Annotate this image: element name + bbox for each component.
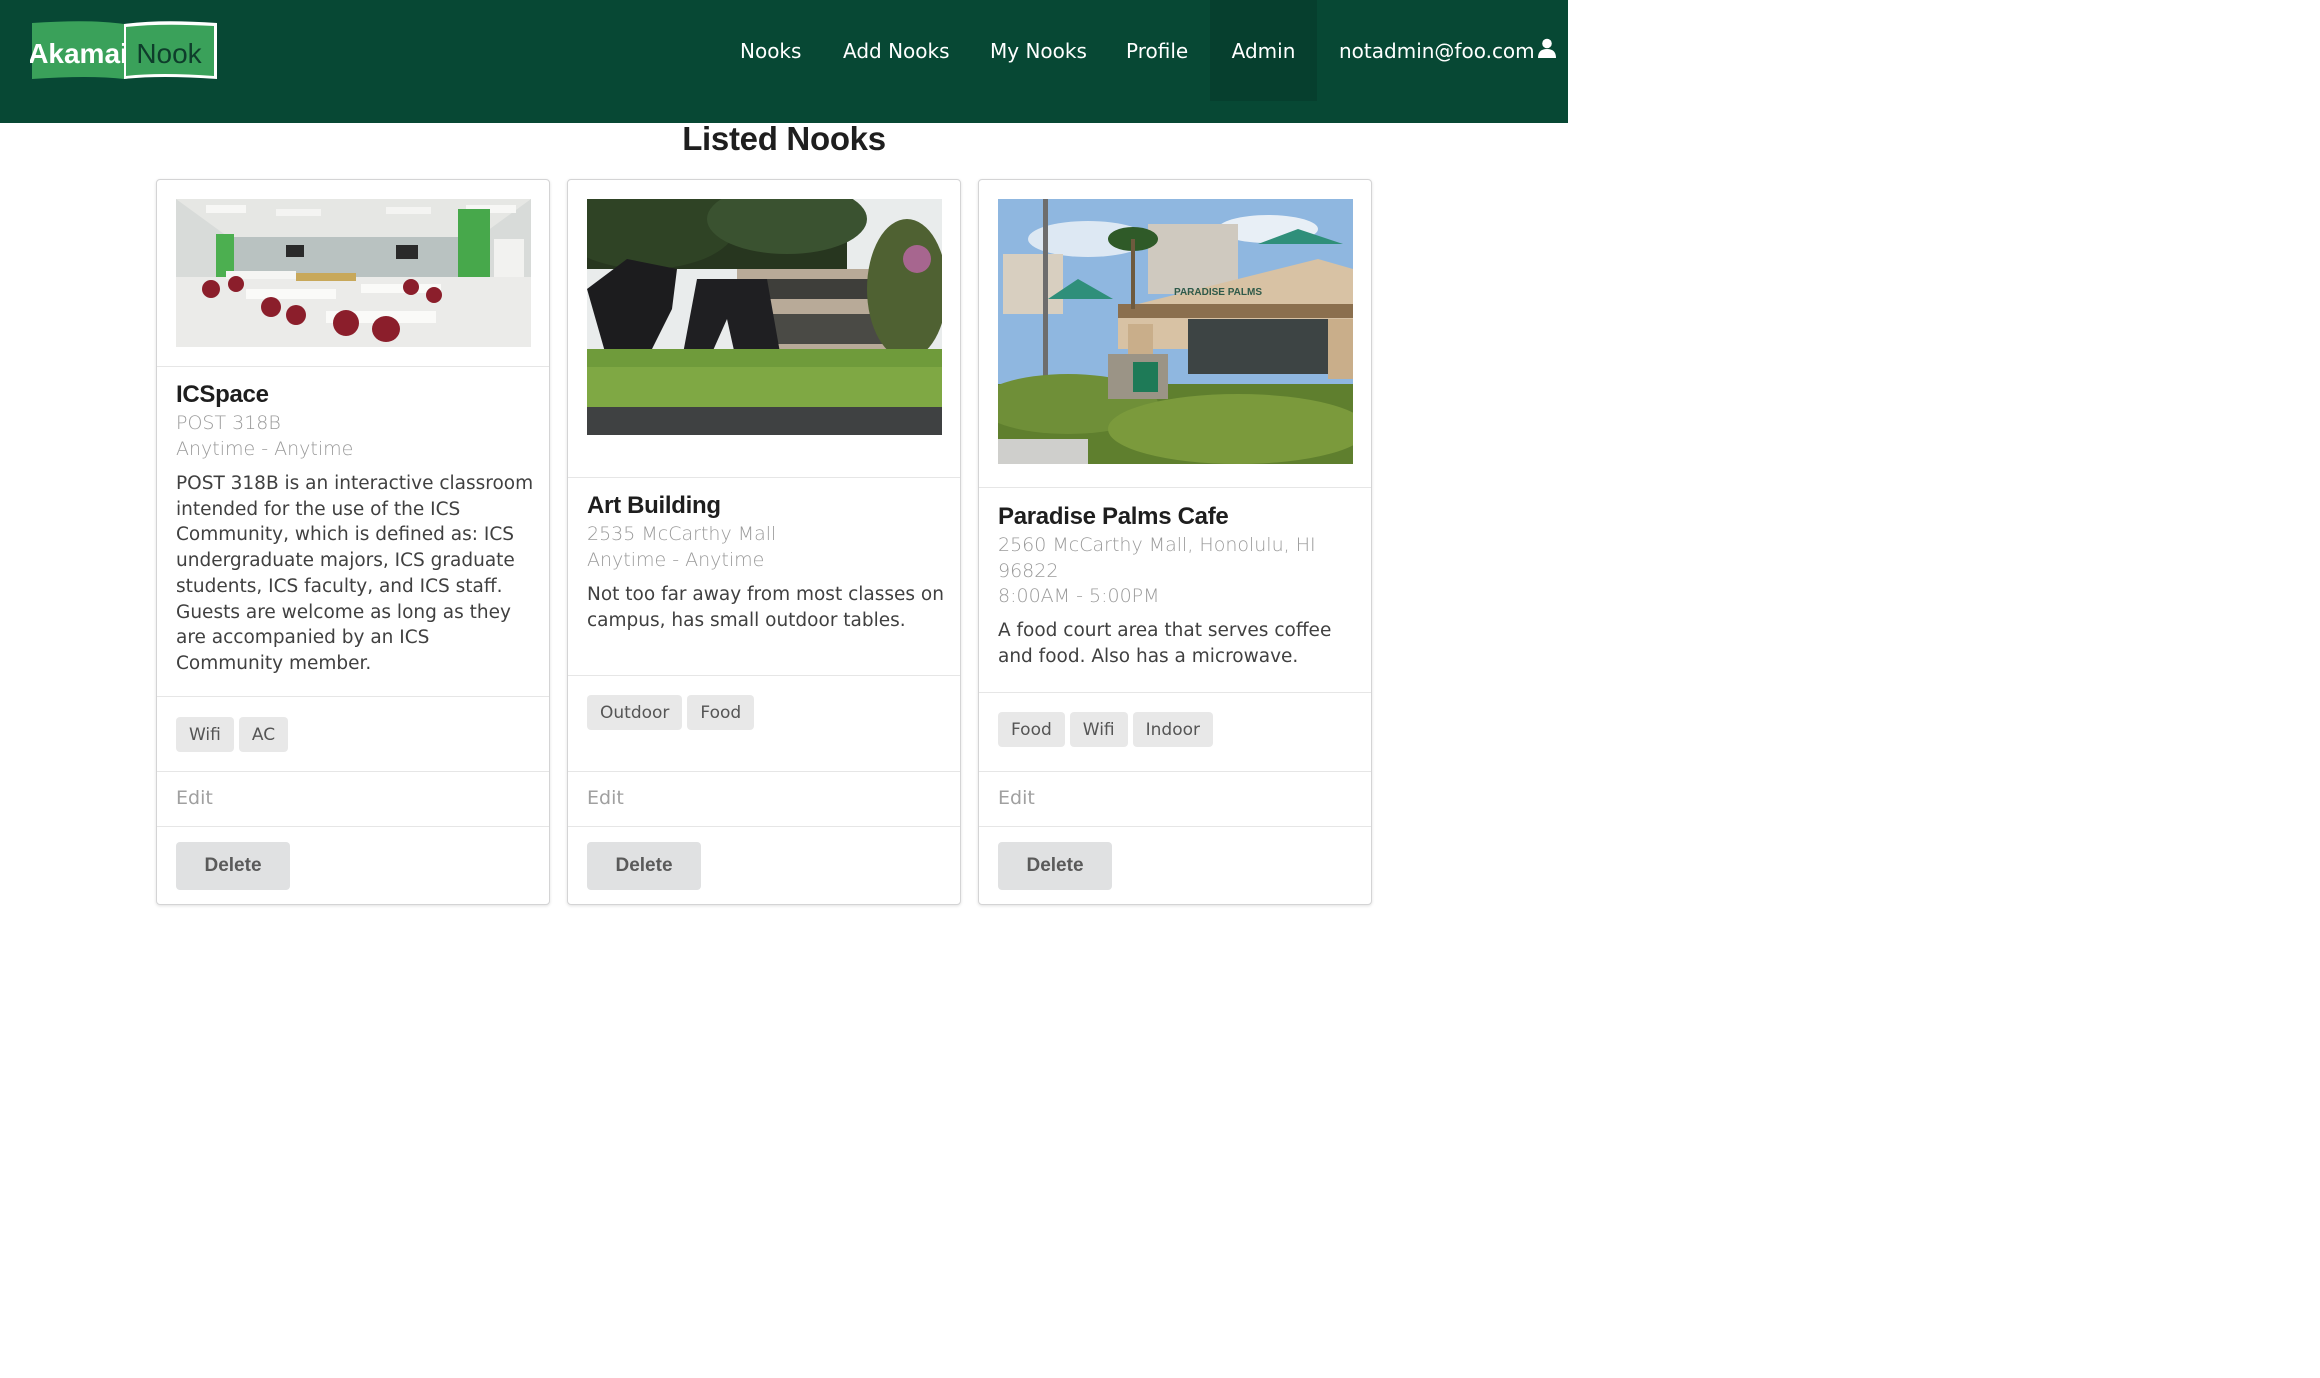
nook-name: ICSpace	[176, 381, 269, 408]
tag-list: Outdoor Food	[587, 695, 755, 730]
card-divider	[157, 696, 549, 697]
nav-admin-label: Admin	[1231, 38, 1296, 63]
logo-word-akamai: Akamai	[30, 38, 128, 69]
card-divider	[568, 771, 960, 772]
card-divider	[979, 692, 1371, 693]
edit-link[interactable]: Edit	[998, 787, 1035, 809]
nook-name: Art Building	[587, 492, 721, 519]
tag-food: Food	[687, 695, 755, 730]
nook-card: Art Building 2535 McCarthy Mall Anytime …	[567, 179, 961, 905]
card-divider	[979, 826, 1371, 827]
delete-button[interactable]: Delete	[998, 842, 1112, 890]
tag-wifi: Wifi	[1069, 712, 1128, 747]
delete-button[interactable]: Delete	[176, 842, 290, 890]
top-navbar: Akamai Nook Nooks Add Nooks My Nooks Pro…	[0, 0, 1568, 123]
tag-indoor: Indoor	[1132, 712, 1214, 747]
nook-description: A food court area that serves coffee and…	[998, 620, 1332, 667]
nav-profile-label: Profile	[1126, 38, 1189, 63]
nook-location: POST 318B	[176, 412, 281, 434]
nav-my-nooks[interactable]: My Nooks	[990, 0, 1087, 101]
nook-hours: Anytime - Anytime	[176, 438, 354, 460]
cafe-sign: PARADISE PALMS	[1174, 287, 1262, 298]
card-divider	[979, 771, 1371, 772]
card-divider	[157, 771, 549, 772]
nook-description: POST 318B is an interactive classroom in…	[176, 473, 534, 674]
card-divider	[568, 675, 960, 676]
nook-location: 2560 McCarthy Mall, Honolulu, HI 96822	[998, 534, 1316, 582]
edit-link[interactable]: Edit	[587, 787, 624, 809]
nook-image: PARADISE PALMS	[998, 199, 1353, 464]
card-divider	[979, 487, 1371, 488]
user-icon	[1537, 38, 1557, 63]
nav-add-nooks[interactable]: Add Nooks	[843, 0, 950, 101]
nav-nooks-label: Nooks	[740, 38, 802, 63]
nav-user-menu[interactable]: notadmin@foo.com	[1339, 0, 1557, 101]
tag-wifi: Wifi	[176, 717, 234, 752]
logo-word-nook: Nook	[136, 38, 202, 69]
nook-hours: Anytime - Anytime	[587, 549, 765, 571]
card-divider	[568, 826, 960, 827]
nav-profile[interactable]: Profile	[1126, 0, 1188, 101]
nav-nooks[interactable]: Nooks	[740, 0, 801, 101]
nav-admin[interactable]: Admin	[1210, 0, 1317, 101]
card-divider	[568, 477, 960, 478]
edit-link[interactable]: Edit	[176, 787, 213, 809]
nook-location: 2535 McCarthy Mall	[587, 523, 777, 545]
card-divider	[157, 366, 549, 367]
tag-food: Food	[998, 712, 1065, 747]
tag-outdoor: Outdoor	[587, 695, 683, 730]
tag-ac: AC	[238, 717, 289, 752]
nook-description: Not too far away from most classes on ca…	[587, 584, 944, 631]
tag-list: Wifi AC	[176, 717, 289, 752]
delete-button[interactable]: Delete	[587, 842, 701, 890]
nav-my-nooks-label: My Nooks	[990, 38, 1087, 63]
nook-image	[587, 199, 942, 435]
nook-card: ICSpace POST 318B Anytime - Anytime POST…	[156, 179, 550, 905]
nook-hours: 8:00AM - 5:00PM	[998, 585, 1160, 607]
tag-list: Food Wifi Indoor	[998, 712, 1214, 747]
nook-card: PARADISE PALMS Paradise Palms Cafe 2560 …	[978, 179, 1372, 905]
nook-name: Paradise Palms Cafe	[998, 503, 1229, 530]
card-divider	[157, 826, 549, 827]
nav-add-nooks-label: Add Nooks	[843, 38, 950, 63]
akamai-nook-logo[interactable]: Akamai Nook	[28, 20, 219, 82]
nook-image	[176, 199, 531, 347]
page-title: Listed Nooks	[682, 120, 886, 157]
user-email: notadmin@foo.com	[1339, 38, 1535, 63]
